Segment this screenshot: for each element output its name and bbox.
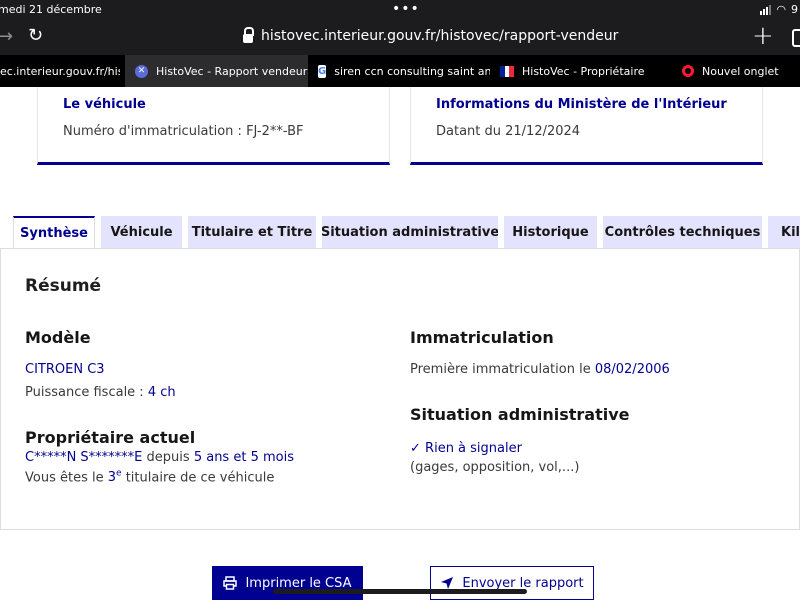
summary-title: Résumé (25, 276, 102, 296)
browser-tab-active[interactable]: ✕ HistoVec - Rapport vendeur (125, 55, 308, 87)
vehicle-card-title: Le véhicule (63, 97, 146, 112)
ministry-card-title: Informations du Ministère de l'Intérieur (436, 97, 727, 112)
browser-tab-title: siren ccn consulting saint and... (334, 64, 490, 78)
first-registration: Première immatriculation le 08/02/2006 (410, 362, 670, 377)
multitask-dots-icon[interactable]: ••• (392, 1, 420, 17)
wifi-icon: ◠ (776, 3, 786, 16)
owner-name: C*****N S*******E (25, 450, 143, 465)
url-text: histovec.interieur.gouv.fr/histovec/rapp… (261, 28, 619, 44)
owner-heading: Propriétaire actuel (25, 428, 196, 447)
browser-tab-strip: ec.interieur.gouv.fr/histo... ✕ HistoVec… (0, 55, 800, 87)
tab-synthese[interactable]: Synthèse (13, 216, 95, 249)
browser-tab[interactable]: HistoVec - Propriétaire (490, 55, 672, 87)
status-bar: medi 21 décembre ••• ◠ 9 (0, 0, 800, 20)
browser-tab-title: ec.interieur.gouv.fr/histo... (0, 64, 120, 78)
tabs-overview-icon[interactable] (792, 29, 800, 47)
browser-tab[interactable]: Nouvel onglet (672, 55, 800, 87)
rank-value: 3e (107, 469, 122, 486)
browser-tab[interactable]: ec.interieur.gouv.fr/histo... (0, 55, 120, 87)
plate-number: Numéro d'immatriculation : FJ-2**-BF (63, 124, 304, 139)
battery-level: 9 (791, 3, 798, 16)
printer-icon (223, 576, 238, 590)
lock-icon (243, 27, 254, 43)
cellular-signal-icon (760, 4, 772, 15)
tab-vehicule[interactable]: Véhicule (101, 216, 182, 249)
google-icon: G (318, 64, 327, 78)
first-registration-date: 08/02/2006 (594, 362, 670, 377)
report-tabs: Synthèse Véhicule Titulaire et Titre Sit… (0, 216, 800, 249)
tab-historique[interactable]: Historique (504, 216, 597, 249)
fiscal-power-label: Puissance fiscale : (25, 385, 144, 400)
fiscal-power: Puissance fiscale : 4 ch (25, 385, 176, 400)
browser-tab-title: HistoVec - Propriétaire (522, 64, 645, 78)
reload-icon[interactable]: ↻ (28, 25, 43, 46)
owner-rank: Vous êtes le 3e titulaire de ce véhicule (25, 469, 274, 485)
send-icon (441, 577, 454, 589)
send-report-button[interactable]: Envoyer le rapport (430, 566, 594, 600)
rank-suffix: titulaire de ce véhicule (125, 470, 275, 486)
forward-icon[interactable]: → (0, 26, 13, 47)
owner-line: C*****N S*******E depuis 5 ans et 5 mois (25, 450, 294, 465)
status-time: medi 21 décembre (0, 3, 102, 16)
registration-heading: Immatriculation (410, 328, 554, 347)
tab-controles-techniques[interactable]: Contrôles techniques (603, 216, 762, 249)
check-icon: ✓ (410, 441, 421, 456)
ministry-date: Datant du 21/12/2024 (436, 124, 581, 139)
home-indicator[interactable] (273, 589, 527, 594)
tab-titulaire[interactable]: Titulaire et Titre (188, 216, 316, 249)
first-registration-label: Première immatriculation le (410, 362, 591, 377)
ministry-card: Informations du Ministère de l'Intérieur… (410, 87, 763, 165)
tab-situation-administrative[interactable]: Situation administrative (322, 216, 498, 249)
owner-since-label: depuis (146, 450, 190, 465)
french-flag-icon (500, 65, 515, 77)
browser-tab[interactable]: G siren ccn consulting saint and... (308, 55, 490, 87)
owner-duration: 5 ans et 5 mois (193, 450, 294, 465)
admin-status: ✓ Rien à signaler (410, 441, 522, 456)
admin-situation-heading: Situation administrative (410, 405, 630, 424)
fiscal-power-value: 4 ch (147, 385, 176, 400)
model-name: CITROEN C3 (25, 362, 105, 377)
vehicle-card: Le véhicule Numéro d'immatriculation : F… (37, 87, 390, 165)
tab-kilometrage[interactable]: Kilo (768, 216, 800, 249)
rank-prefix: Vous êtes le (25, 470, 104, 486)
admin-details: (gages, opposition, vol,...) (410, 460, 580, 475)
print-csa-button[interactable]: Imprimer le CSA (212, 566, 363, 600)
x-icon[interactable]: ✕ (135, 64, 148, 78)
model-heading: Modèle (25, 328, 91, 347)
admin-status-text: Rien à signaler (425, 441, 522, 456)
url-field[interactable]: histovec.interieur.gouv.fr/histovec/rapp… (243, 27, 619, 44)
new-tab-plus-icon[interactable]: + (752, 21, 774, 51)
opera-icon (682, 65, 694, 77)
browser-tab-title: Nouvel onglet (702, 64, 779, 78)
browser-tab-title: HistoVec - Rapport vendeur (156, 64, 308, 78)
address-bar: → ↻ histovec.interieur.gouv.fr/histovec/… (0, 20, 800, 55)
